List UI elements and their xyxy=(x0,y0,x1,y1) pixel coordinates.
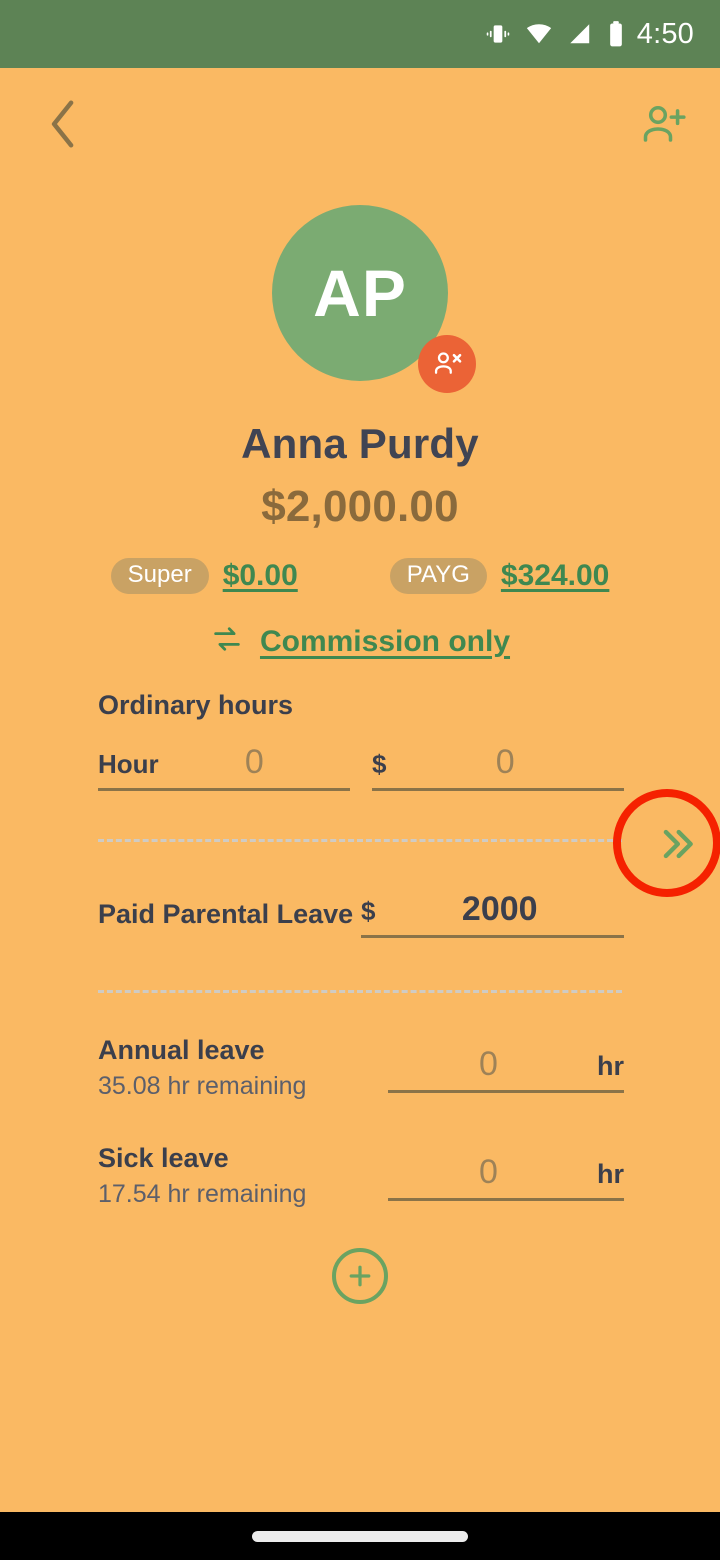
system-navigation-bar xyxy=(0,1512,720,1560)
avatar-initials: AP xyxy=(313,256,407,330)
person-add-icon xyxy=(643,105,686,142)
double-chevron-right-icon xyxy=(663,829,693,859)
battery-icon xyxy=(607,20,625,48)
paid-parental-leave-row: Paid Parental Leave $ 2000 xyxy=(0,890,720,938)
avatar-section: AP xyxy=(0,205,720,393)
back-button[interactable] xyxy=(36,96,92,152)
person-remove-icon xyxy=(434,352,462,374)
swap-arrows-icon xyxy=(210,622,244,661)
app-screen: 4:50 AP Anna Purdy $2,000.00 Super $0.00… xyxy=(0,0,720,1560)
divider-1 xyxy=(98,839,622,842)
divider-2 xyxy=(98,990,622,993)
ordinary-hours-row: Hour 0 $ 0 xyxy=(0,743,720,791)
pay-items-list: Ordinary hours Hour 0 $ 0 Paid Parental … xyxy=(0,690,720,1209)
expand-ordinary-hours-button[interactable] xyxy=(650,818,702,870)
status-bar-icons xyxy=(485,20,625,48)
summary-chips-row: Super $0.00 PAYG $324.00 xyxy=(0,558,720,594)
add-employee-button[interactable] xyxy=(634,96,692,154)
ordinary-hours-currency-symbol: $ xyxy=(372,749,387,779)
avatar-container: AP xyxy=(272,205,476,393)
sick-leave-title: Sick leave xyxy=(98,1143,229,1173)
plus-circle-icon xyxy=(349,1265,371,1287)
wifi-icon xyxy=(525,21,553,47)
ordinary-hours-hours-input[interactable]: Hour 0 xyxy=(98,743,350,791)
ordinary-hours-title: Ordinary hours xyxy=(98,690,294,720)
super-chip-label[interactable]: Super xyxy=(110,558,209,594)
paid-parental-leave-currency-symbol: $ xyxy=(361,896,376,926)
status-bar: 4:50 xyxy=(0,0,720,68)
commission-only-link[interactable]: Commission only xyxy=(0,622,720,661)
home-gesture-pill[interactable] xyxy=(252,1530,468,1542)
sick-leave-hours-input[interactable]: 0 hr xyxy=(388,1153,624,1201)
annual-leave-row: Annual leave 35.08 hr remaining 0 hr xyxy=(0,1035,720,1101)
payg-chip-label[interactable]: PAYG xyxy=(389,558,487,594)
status-bar-clock: 4:50 xyxy=(636,17,694,50)
ordinary-hours-amount-value: 0 xyxy=(495,743,515,781)
gross-pay-amount: $2,000.00 xyxy=(261,482,459,531)
annual-leave-hours-input[interactable]: 0 hr xyxy=(388,1045,624,1093)
paid-parental-leave-title: Paid Parental Leave xyxy=(98,899,354,929)
ordinary-hours-hours-value: 0 xyxy=(244,743,264,781)
annual-leave-unit: hr xyxy=(597,1051,624,1081)
app-bar xyxy=(0,68,720,178)
employee-status-badge[interactable] xyxy=(418,335,476,393)
annual-leave-remaining: 35.08 hr remaining xyxy=(98,1072,307,1100)
super-amount[interactable]: $0.00 xyxy=(223,559,298,593)
annual-leave-info: Annual leave 35.08 hr remaining xyxy=(98,1035,388,1101)
commission-only-label: Commission only xyxy=(259,624,511,658)
sick-leave-info: Sick leave 17.54 hr remaining xyxy=(98,1143,388,1209)
annual-leave-value: 0 xyxy=(479,1045,498,1083)
add-pay-item-button[interactable] xyxy=(332,1248,388,1304)
annual-leave-input-wrap: 0 hr xyxy=(388,1035,624,1093)
annual-leave-title: Annual leave xyxy=(98,1035,265,1065)
payg-chip-group: PAYG $324.00 xyxy=(389,558,609,594)
signal-icon xyxy=(567,21,593,47)
paid-parental-leave-amount-value: 2000 xyxy=(461,890,538,928)
sick-leave-unit: hr xyxy=(597,1159,624,1189)
paid-parental-leave-amount-input[interactable]: $ 2000 xyxy=(361,890,624,938)
vibrate-icon xyxy=(485,21,511,47)
sick-leave-remaining: 17.54 hr remaining xyxy=(98,1180,307,1208)
sick-leave-row: Sick leave 17.54 hr remaining 0 hr xyxy=(0,1143,720,1209)
chevron-left-icon xyxy=(51,100,74,148)
ordinary-hours-amount-input[interactable]: $ 0 xyxy=(372,743,624,791)
super-chip-group: Super $0.00 xyxy=(110,558,298,594)
ordinary-hours-unit-label: Hour xyxy=(98,749,159,779)
sick-leave-input-wrap: 0 hr xyxy=(388,1143,624,1201)
sick-leave-value: 0 xyxy=(479,1153,498,1191)
add-pay-item-row xyxy=(0,1248,720,1304)
payg-amount[interactable]: $324.00 xyxy=(501,559,609,593)
employee-name: Anna Purdy xyxy=(241,420,479,467)
